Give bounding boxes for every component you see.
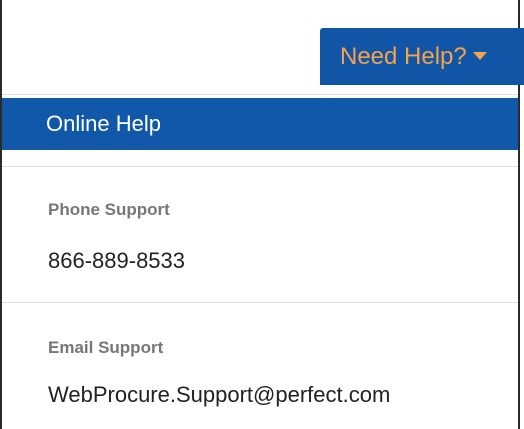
need-help-button[interactable]: Need Help? [320,28,524,85]
need-help-label: Need Help? [340,43,467,70]
menu-top-divider [2,94,518,95]
phone-support-header: Phone Support [48,200,170,219]
phone-support-number: 866-889-8533 [48,248,186,273]
top-bar: Need Help? [2,0,524,94]
caret-down-icon [472,52,487,61]
email-support-address: WebProcure.Support@perfect.com [48,382,391,407]
menu-item-label: Online Help [46,111,161,136]
help-dropdown-window: Need Help? Online Help Phone Support 866… [0,0,524,429]
email-support-header: Email Support [48,338,164,357]
menu-divider-1 [2,166,518,167]
menu-divider-2 [2,302,518,303]
menu-item-online-help[interactable]: Online Help [2,98,518,150]
